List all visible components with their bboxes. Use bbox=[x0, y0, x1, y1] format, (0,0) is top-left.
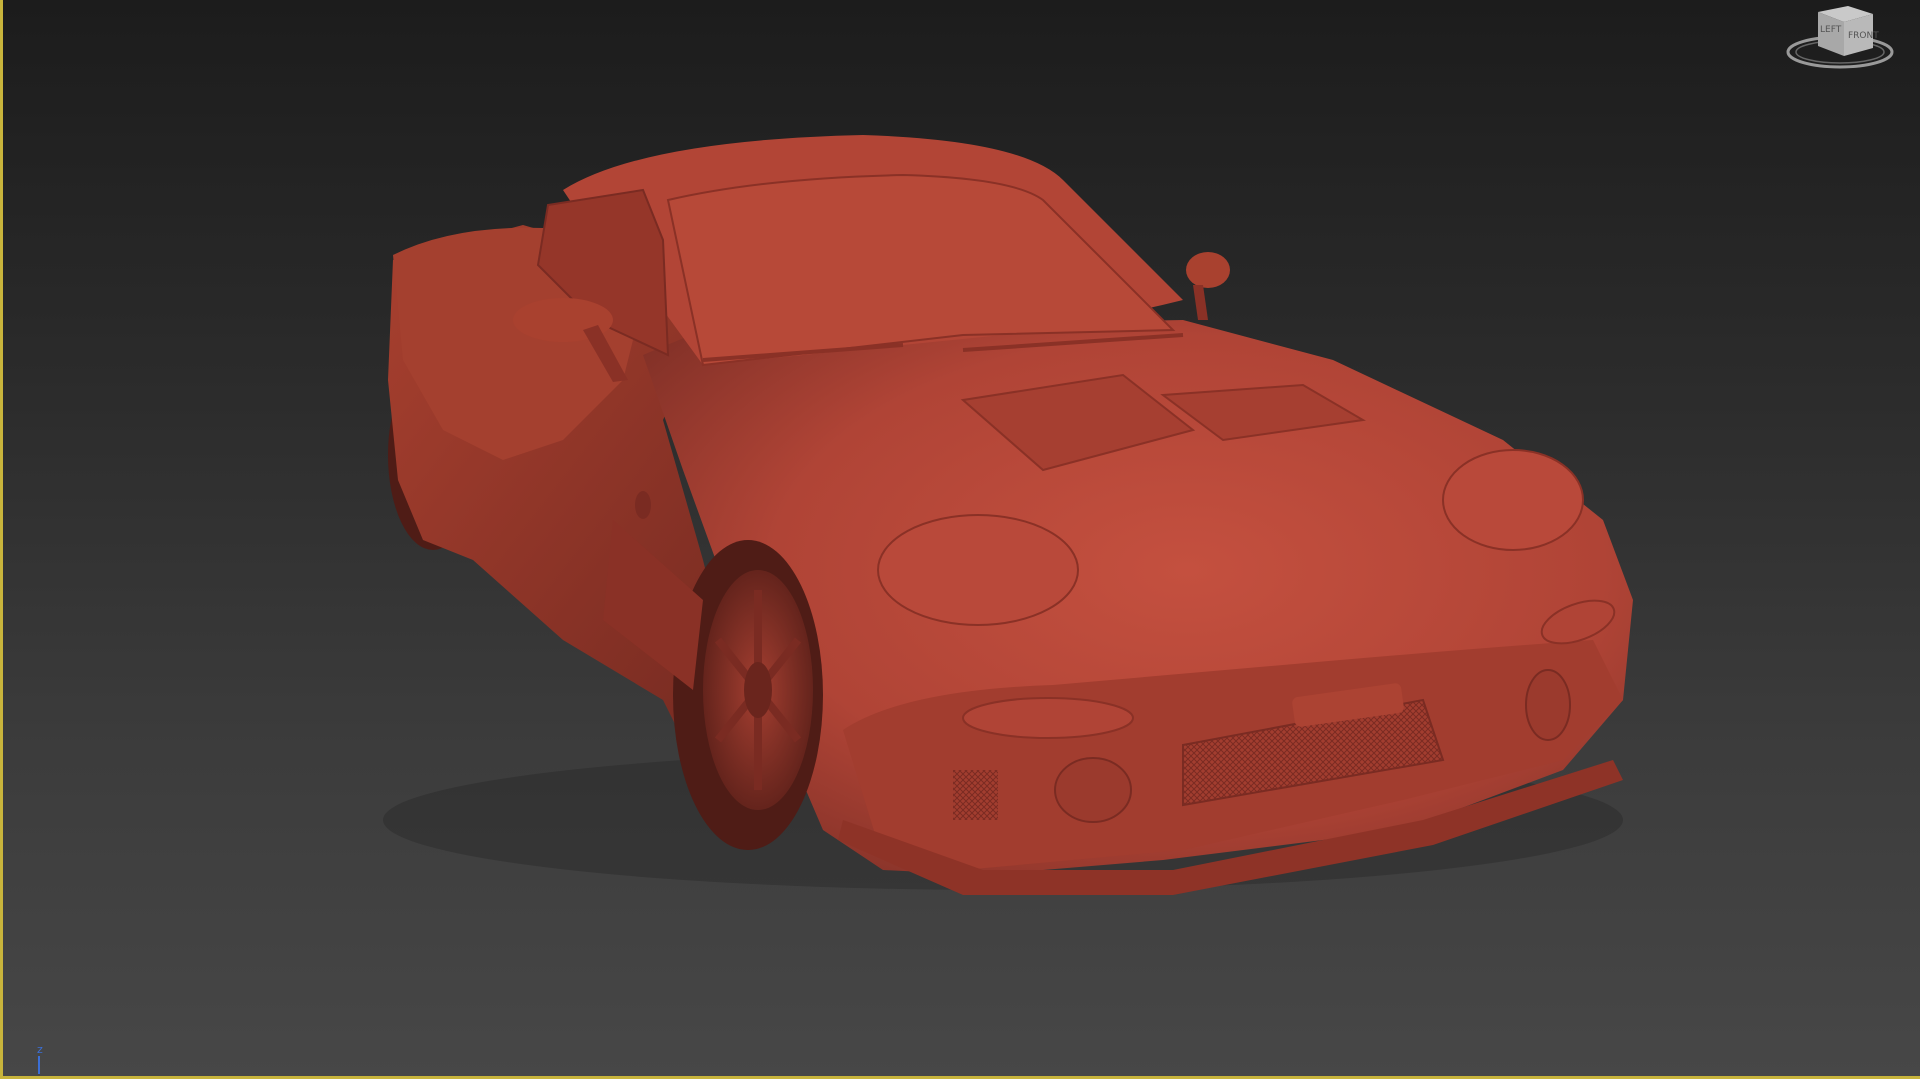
front-wheel bbox=[673, 540, 823, 850]
right-fog-light bbox=[1525, 669, 1571, 741]
right-mirror bbox=[1186, 252, 1230, 320]
left-headlight-cover bbox=[877, 514, 1079, 626]
axis-tripod: z bbox=[25, 1040, 55, 1076]
door-handle bbox=[635, 491, 651, 519]
car-model-render[interactable] bbox=[3, 0, 1920, 1079]
viewcube-left-label: LEFT bbox=[1820, 25, 1842, 35]
viewcube-navigator[interactable]: FRONT LEFT bbox=[1778, 0, 1898, 80]
viewcube-front-label: FRONT bbox=[1848, 31, 1879, 41]
perspective-viewport[interactable]: FRONT LEFT z bbox=[0, 0, 1920, 1079]
right-headlight-cover bbox=[1442, 449, 1584, 551]
left-turn-signal bbox=[962, 697, 1134, 739]
z-axis-label: z bbox=[37, 1043, 43, 1056]
